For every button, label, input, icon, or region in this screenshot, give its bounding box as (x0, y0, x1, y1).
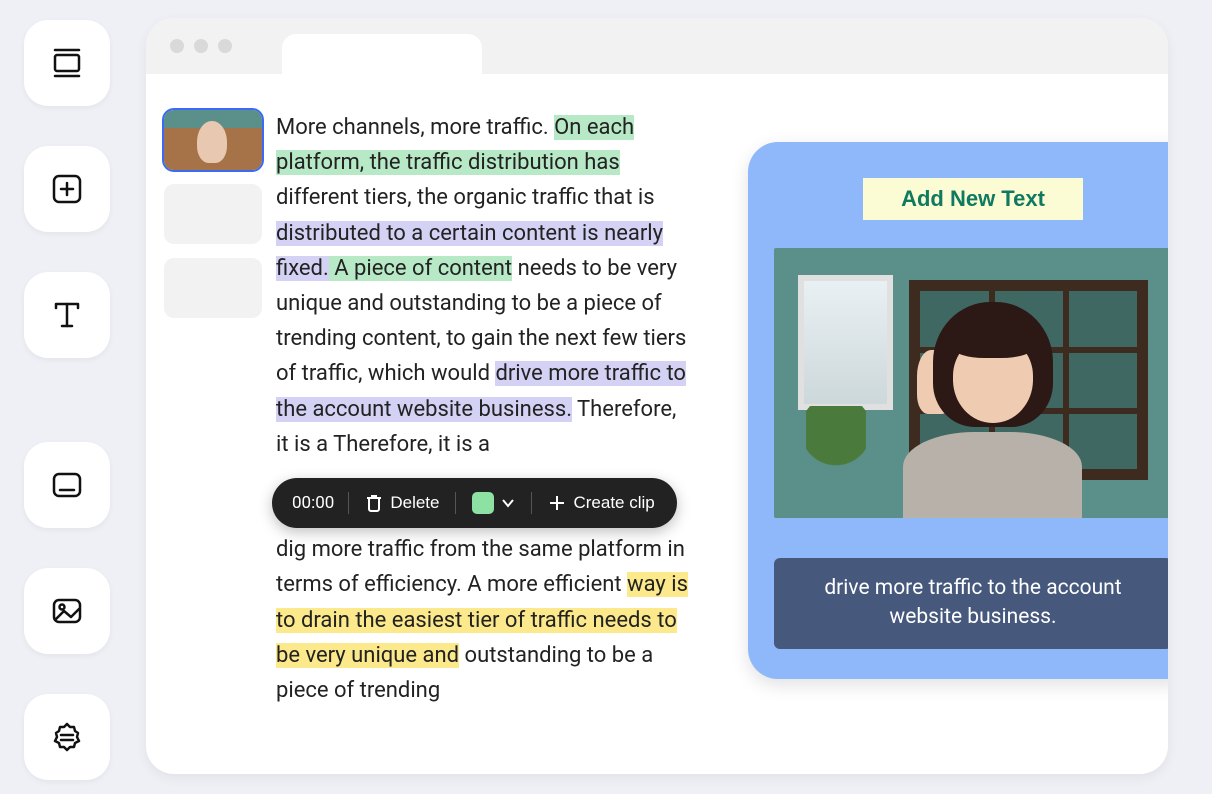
highlight-color-picker[interactable] (470, 490, 517, 516)
tool-rail (24, 20, 110, 780)
content-area: More channels, more traffic. On each pla… (146, 94, 1168, 708)
transcript-span[interactable]: More channels, more traffic. (276, 115, 554, 140)
preview-card: Add New Text drive more traffic to the a… (748, 142, 1168, 679)
clip-thumbnail-3[interactable] (164, 258, 262, 318)
scene-window (798, 275, 894, 410)
window-dot (218, 39, 232, 53)
plus-icon (548, 494, 566, 512)
layout-icon (49, 45, 85, 81)
toolbar-divider (531, 492, 532, 514)
scene-person (893, 302, 1092, 518)
delete-button[interactable]: Delete (363, 491, 441, 515)
window-dot (170, 39, 184, 53)
badge-icon (49, 719, 85, 755)
text-tool-button[interactable] (24, 272, 110, 358)
clip-thumbnails (164, 110, 262, 708)
app-window: More channels, more traffic. On each pla… (146, 18, 1168, 774)
preview-caption: drive more traffic to the account websit… (774, 558, 1168, 649)
create-clip-button[interactable]: Create clip (546, 491, 656, 515)
video-preview[interactable] (774, 248, 1168, 518)
thumbnail-preview (164, 110, 262, 170)
image-tool-button[interactable] (24, 568, 110, 654)
rail-spacer (24, 398, 110, 402)
selection-toolbar: 00:00 Delete Create clip (272, 478, 677, 528)
toolbar-divider (455, 492, 456, 514)
caption-tool-button[interactable] (24, 442, 110, 528)
transcript-span[interactable]: different tiers, the organic traffic tha… (276, 185, 655, 210)
create-clip-label: Create clip (573, 493, 654, 513)
toolbar-divider (348, 492, 349, 514)
selection-timestamp: 00:00 (292, 493, 334, 513)
transcript-text[interactable]: More channels, more traffic. On each pla… (276, 110, 692, 708)
clip-thumbnail-2[interactable] (164, 184, 262, 244)
image-icon (49, 593, 85, 629)
text-icon (49, 297, 85, 333)
window-controls[interactable] (170, 39, 232, 53)
add-tool-button[interactable] (24, 146, 110, 232)
highlighted-span[interactable]: A piece of content (329, 256, 512, 281)
browser-tab[interactable] (282, 34, 482, 74)
add-icon (49, 171, 85, 207)
trash-icon (365, 494, 383, 512)
layout-tool-button[interactable] (24, 20, 110, 106)
badge-tool-button[interactable] (24, 694, 110, 780)
window-dot (194, 39, 208, 53)
clip-thumbnail-1[interactable] (164, 110, 262, 170)
caption-icon (49, 467, 85, 503)
window-chrome (146, 18, 1168, 74)
add-text-button[interactable]: Add New Text (863, 178, 1083, 220)
scene-plant (806, 406, 866, 486)
toolbar-strip (146, 74, 1168, 94)
chevron-down-icon (501, 496, 515, 510)
color-swatch (472, 492, 494, 514)
delete-label: Delete (390, 493, 439, 513)
